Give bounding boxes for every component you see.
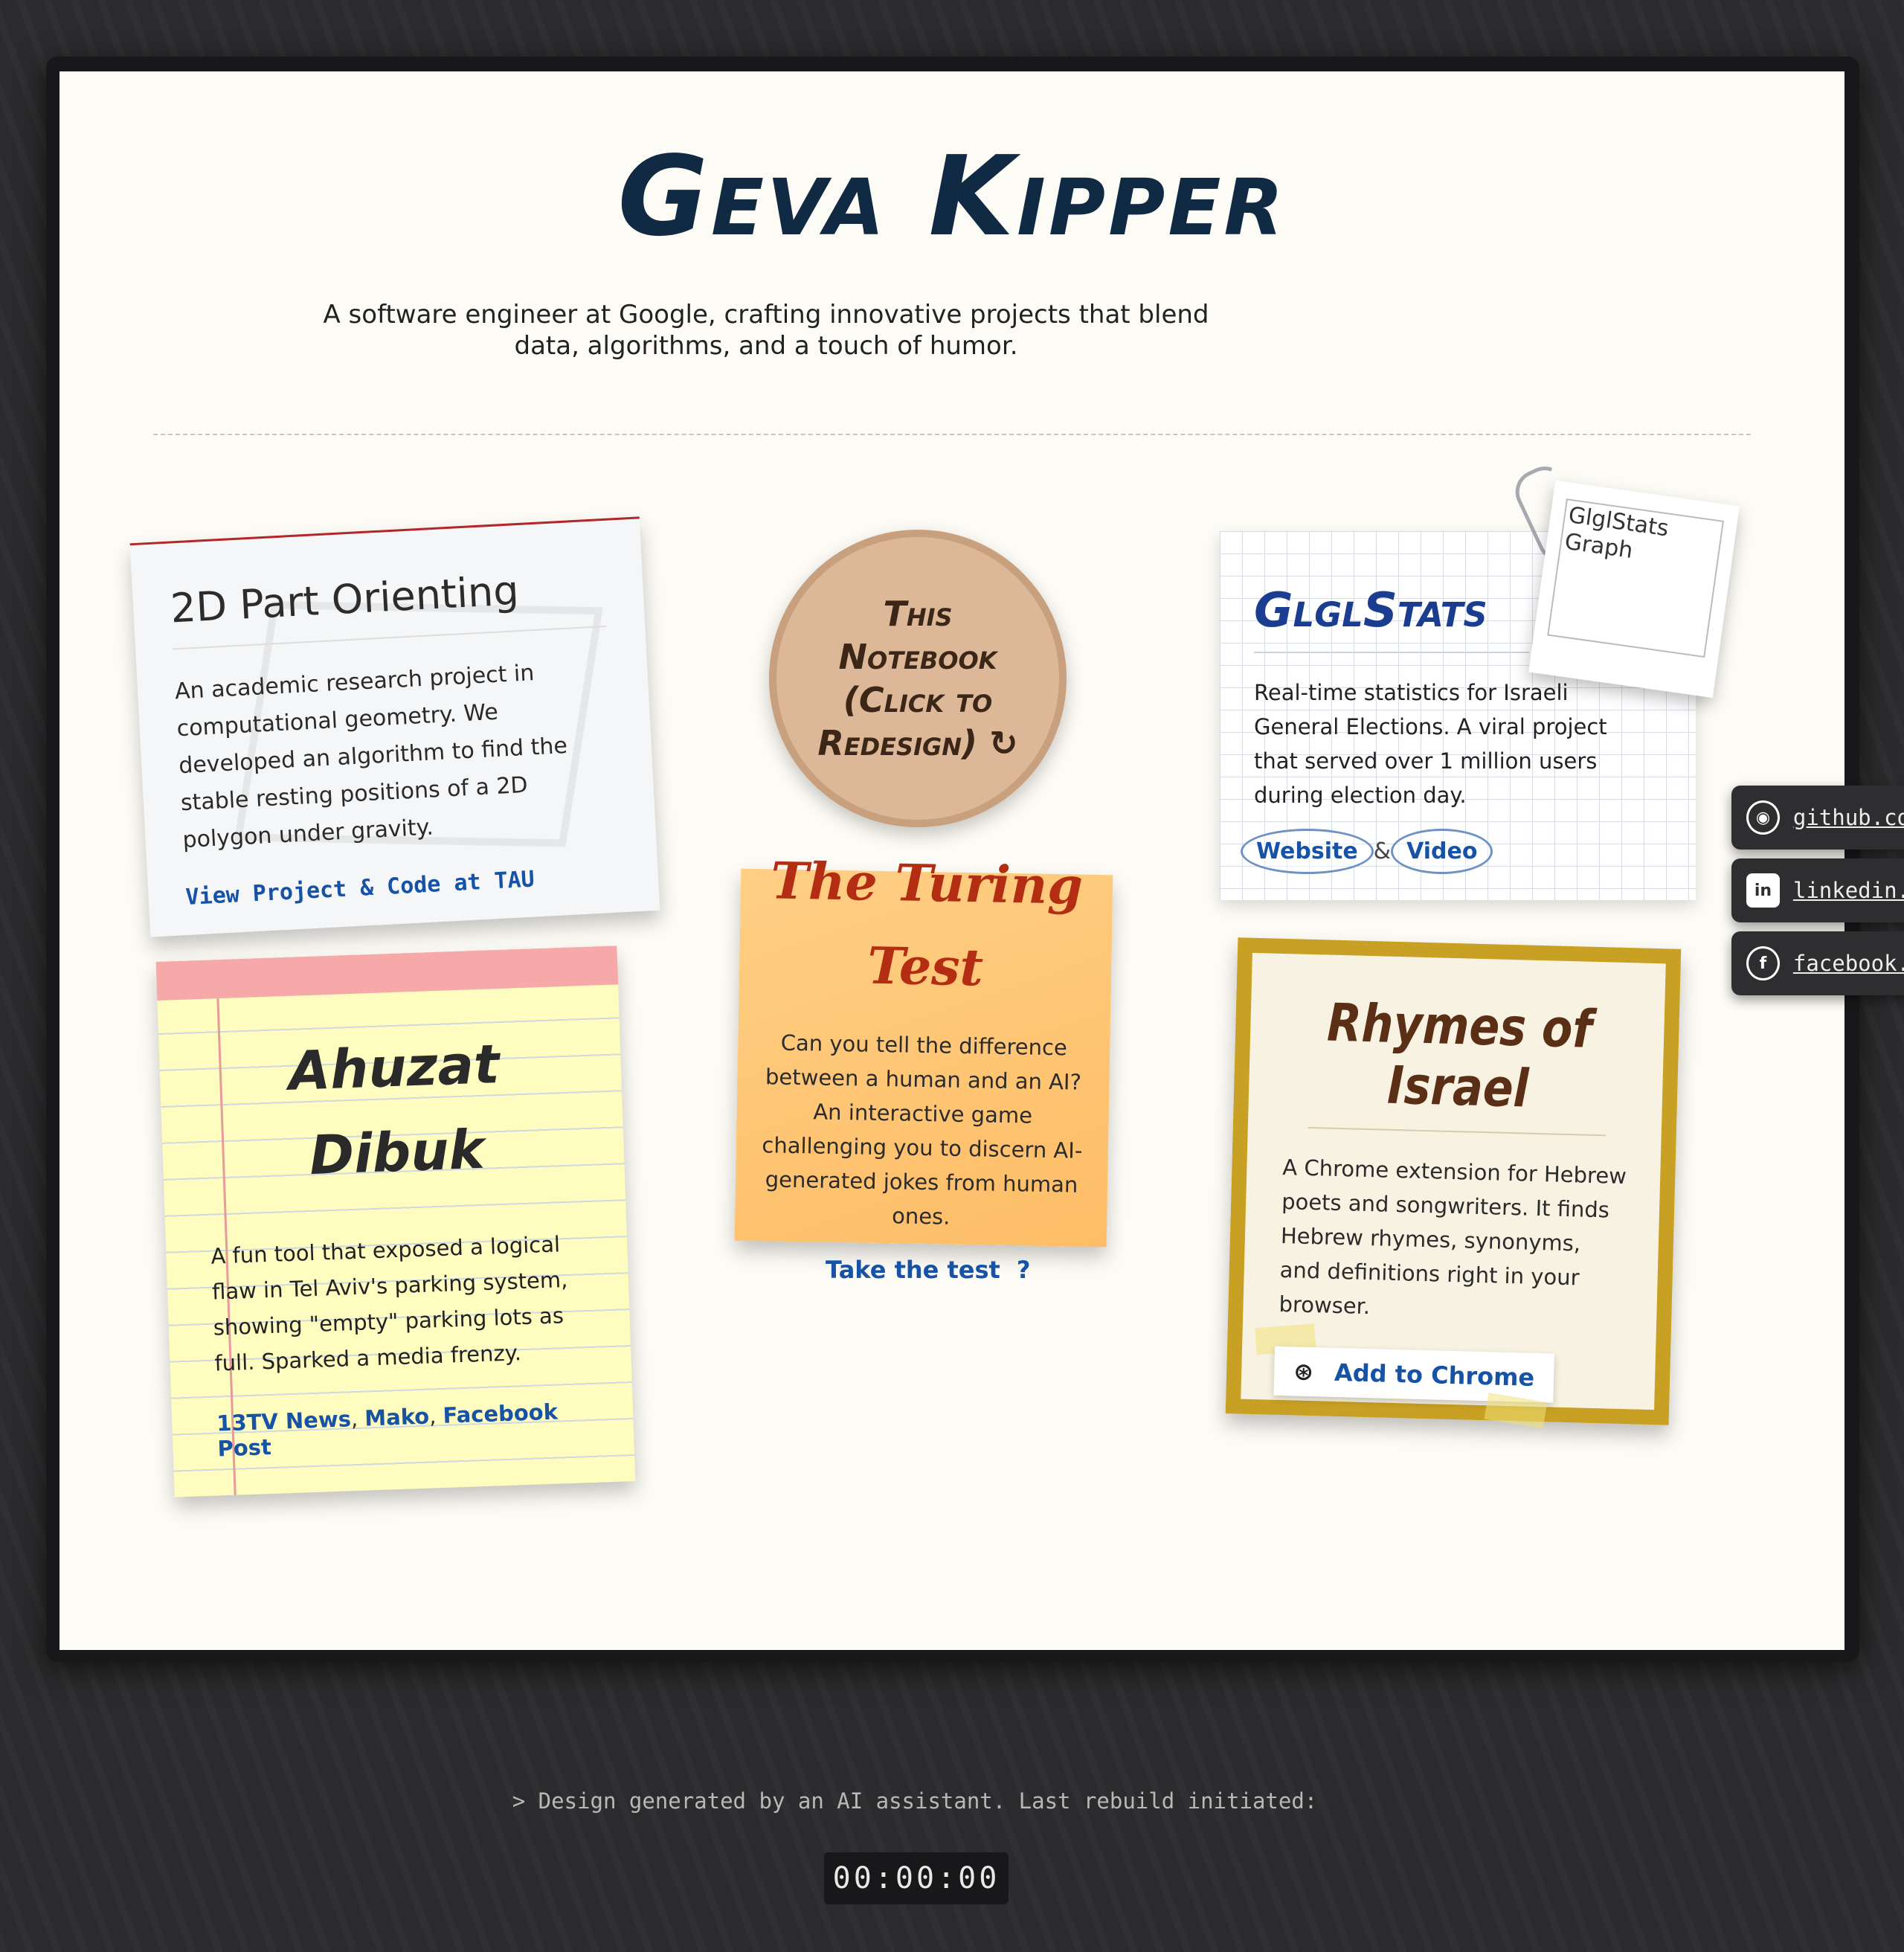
glglstats-graph-image: GlglStats Graph [1547,498,1724,658]
card-title: Rhymes of Israel [1308,991,1609,1137]
github-tab[interactable]: ◉ github.co [1731,786,1904,850]
rebuild-timer: 00:00:00 [824,1852,1009,1904]
take-the-test-link[interactable]: Take the test? [826,1256,1030,1284]
facebook-tab[interactable]: f facebook. [1731,931,1904,995]
card-description: Can you tell the difference between a hu… [762,1030,1083,1230]
card-description: An academic research project in computat… [174,660,568,854]
card-turing-test: The Turing Test Can you tell the differe… [734,851,1113,1248]
add-to-chrome-label: Add to Chrome [1334,1358,1535,1392]
card-description: Real-time statistics for Israeli General… [1254,680,1607,808]
linkedin-label: linkedin. [1792,878,1904,903]
card-description: A fun tool that exposed a logical flaw i… [210,1231,568,1376]
glglstats-polaroid: GlglStats Graph [1528,480,1740,699]
link-separator: & [1373,838,1392,864]
footer-note: > Design generated by an AI assistant. L… [512,1788,1318,1814]
13tv-news-link[interactable]: 13TV News [216,1406,352,1436]
card-description: A Chrome extension for Hebrew poets and … [1279,1154,1627,1320]
github-label: github.co [1792,805,1904,830]
linkedin-tab[interactable]: in linkedin. [1731,858,1904,922]
card-title: Ahuzat Dibuk [287,1033,501,1187]
card-title: GlglStats [1254,583,1529,653]
facebook-icon: f [1746,946,1780,980]
tagline: A software engineer at Google, crafting … [323,300,1209,361]
card-title: The Turing Test [770,851,1084,998]
card-links: 13TV News, Mako, Facebook Post [216,1398,597,1462]
header-divider [153,434,1751,435]
tau-project-link[interactable]: View Project & Code at TAU [185,866,536,911]
mako-link[interactable]: Mako [364,1404,430,1431]
chrome-icon: ⊛ [1293,1357,1314,1387]
site-title: Geva Kipper [617,132,1287,260]
link-separator: , [350,1405,358,1432]
redesign-button[interactable]: This Notebook (Click to Redesign) ↻ [769,530,1067,827]
card-ahuzat-dibuk: Ahuzat Dibuk A fun tool that exposed a l… [155,946,636,1497]
github-icon: ◉ [1746,800,1780,835]
redesign-label: This Notebook (Click to Redesign) ↻ [817,594,1018,763]
add-to-chrome-button[interactable]: ⊛ Add to Chrome [1273,1346,1555,1403]
take-the-test-label: Take the test [826,1256,1000,1284]
website-link[interactable]: Website [1241,829,1374,874]
card-rhymes-of-israel: Rhymes of Israel A Chrome extension for … [1225,937,1682,1429]
question-mark: ? [1016,1256,1031,1284]
card-links: Website & Video [1241,829,1666,874]
video-link[interactable]: Video [1391,829,1493,874]
linkedin-icon: in [1746,873,1780,908]
card-part-orienting: 2D Part Orienting An academic research p… [129,516,660,937]
facebook-label: facebook. [1792,951,1904,976]
link-separator: , [428,1403,437,1429]
